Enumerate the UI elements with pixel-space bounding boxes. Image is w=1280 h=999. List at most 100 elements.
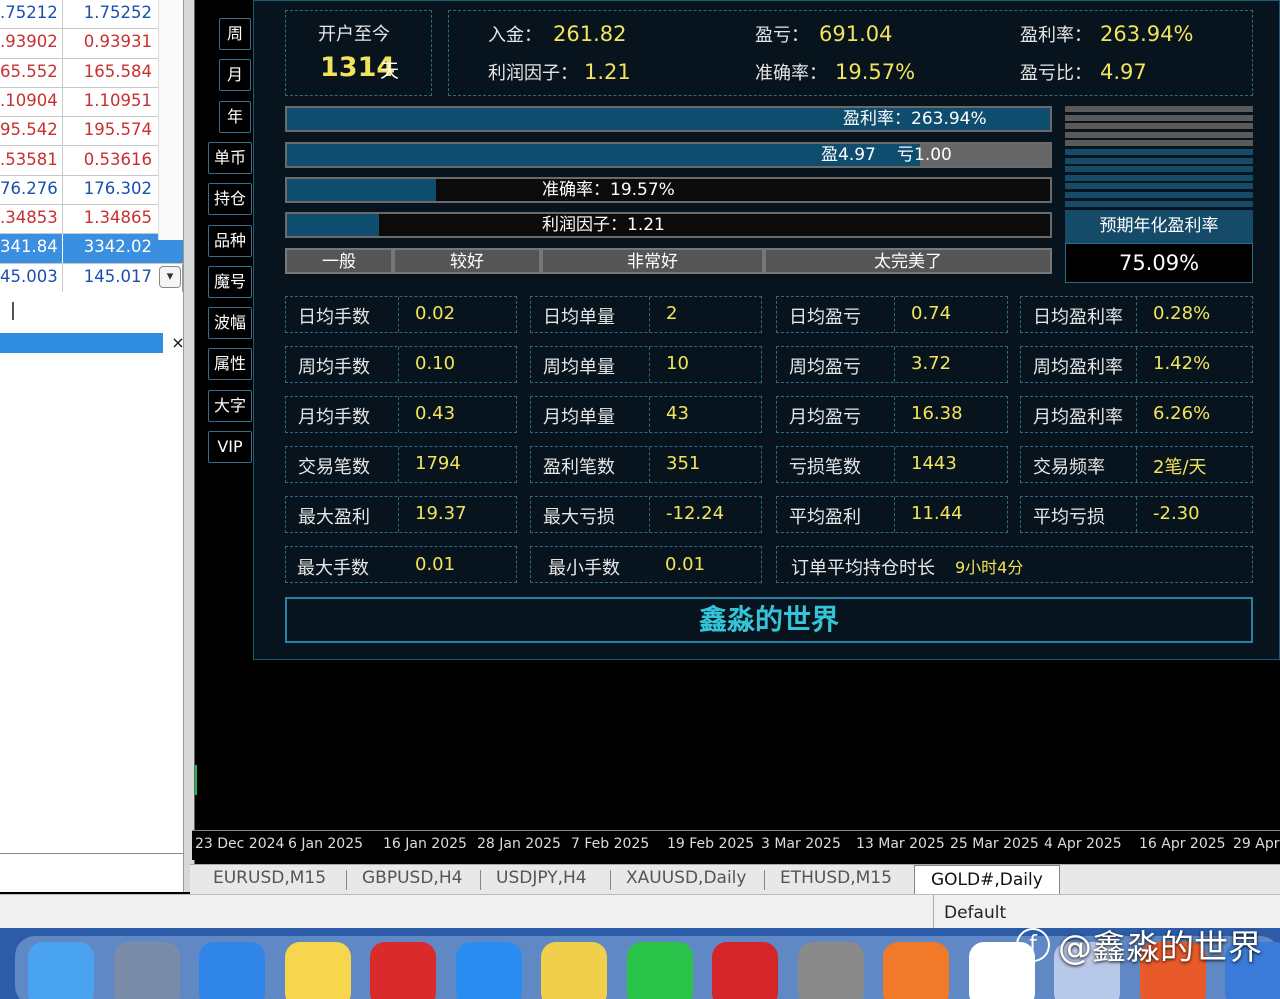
chart-tab[interactable]: XAUUSD,Daily [626,868,746,888]
stat-value: 2 [666,303,678,324]
stat-value: 351 [666,453,701,474]
stat-label: 日均盈利率 [1033,307,1123,328]
stat-label: 平均亏损 [1033,507,1105,528]
video-player-icon[interactable] [883,942,949,999]
bid-price: .75212 [0,3,58,22]
market-row[interactable]: 341.84 3342.02 [0,234,183,264]
loss-text: 亏1.00 [897,145,952,165]
stat-divider [649,397,650,432]
stat-divider [1136,347,1137,382]
market-row[interactable]: .75212 1.75252 [0,0,183,30]
notes-icon[interactable] [284,942,351,999]
bid-price: 65.552 [0,61,58,81]
stat-value: 0.74 [911,303,952,324]
x-tick-label: 4 Apr 2025 [1044,836,1122,852]
x-tick-label: 16 Apr 2025 [1139,836,1226,852]
ask-price: 3342.02 [62,234,158,264]
level-stripe [1065,140,1253,147]
side-button-8[interactable]: 属性 [208,348,252,380]
stat-value: 1794 [415,453,461,474]
finder-icon[interactable] [28,942,94,999]
level-stripe [1065,192,1253,198]
bid-price: 76.276 [0,178,58,198]
chevron-down-icon[interactable]: ▾ [159,266,181,288]
screen: .75212 1.75252.93902 0.93931 65.552 165.584.… [0,0,1280,999]
chart-tab[interactable]: USDJPY,H4 [496,868,587,888]
market-row[interactable]: .53581 0.53616 [0,146,183,176]
stickies-icon[interactable] [541,942,607,999]
stat-label: 最大盈利 [298,507,370,528]
level-stripe [1065,157,1253,164]
stat-label: 月均盈亏 [789,407,861,428]
stat-label: 盈利笔数 [543,457,615,478]
scrollbar[interactable] [158,0,183,240]
side-button-2[interactable]: 年 [219,101,251,133]
rating-perfect: 太完美了 [764,248,1052,274]
tab-separator [610,870,611,890]
stat-divider [649,297,650,332]
deposit-value: 261.82 [553,22,627,46]
toolbox-title-bar[interactable] [0,333,163,353]
chart-tab[interactable]: EURUSD,M15 [213,868,326,888]
profit-rate-bar: 盈利率：263.94% [285,106,1052,132]
stat-label: 日均单量 [543,307,615,328]
status-profile[interactable]: Default [933,895,1006,929]
app-store-icon[interactable] [455,942,522,999]
x-tick-label: 28 Jan 2025 [477,836,561,852]
market-row[interactable]: 45.003 145.017 [0,263,183,293]
stat-value: 16.38 [911,403,963,424]
bid-price: .34853 [0,208,58,228]
market-row[interactable]: .10904 1.10951 [0,87,183,118]
market-row[interactable]: 76.276 176.302 [0,175,183,206]
ask-price: 195.574 [62,117,158,147]
side-button-0[interactable]: 周 [219,18,251,50]
side-button-4[interactable]: 持仓 [208,183,252,215]
bid-price: 95.542 [0,120,58,140]
stat-label: 周均盈亏 [789,357,861,378]
level-stripe [1065,166,1253,173]
stat-label: 月均盈利率 [1033,407,1123,428]
profit-factor-fill [287,214,380,236]
profit-factor-text: 利润因子：1.21 [542,215,665,235]
tab-separator [346,870,347,890]
stat-value: 10 [666,353,689,374]
stat-label: 平均盈利 [789,507,861,528]
stat-label: 月均手数 [298,407,370,428]
side-button-6[interactable]: 魔号 [208,266,252,298]
stat-divider [398,297,399,332]
level-stripe [1065,123,1253,130]
netease-music-icon[interactable] [712,942,778,999]
market-row[interactable]: 65.552 165.584 [0,58,183,88]
side-button-3[interactable]: 单币 [208,142,252,174]
vertical-splitter[interactable] [183,0,195,892]
chart-tab[interactable]: GBPUSD,H4 [362,868,462,888]
stat-label: 周均手数 [298,357,370,378]
market-row[interactable]: .93902 0.93931 [0,29,183,59]
chart-tab[interactable]: GOLD#,Daily [914,865,1060,895]
stat-value: 0.02 [415,303,456,324]
side-button-10[interactable]: VIP [208,431,252,463]
wechat-icon[interactable] [626,942,693,999]
market-row[interactable]: 95.542 195.574 [0,117,183,147]
ask-price: 1.34865 [62,205,158,235]
deposit-label: 入金： [488,25,542,46]
market-row[interactable]: .34853 1.34865 [0,205,183,235]
bid-price: 45.003 [0,266,58,286]
side-button-5[interactable]: 品种 [208,225,252,257]
max-lots-value: 0.01 [415,554,456,575]
system-settings-icon[interactable] [797,942,864,999]
side-button-7[interactable]: 波幅 [208,307,252,339]
rating-very-good: 非常好 [541,248,764,274]
stat-divider [649,497,650,532]
stat-divider [398,347,399,382]
launchpad-icon[interactable] [113,942,180,999]
chart-tab[interactable]: ETHUSD,M15 [780,868,892,888]
pnl-value: 691.04 [819,22,893,46]
side-button-1[interactable]: 月 [219,59,251,91]
stat-value: 0.10 [415,353,456,374]
x-tick-label: 6 Jan 2025 [288,836,364,852]
safari-icon[interactable] [199,942,265,999]
side-button-9[interactable]: 大字 [208,390,252,422]
accuracy-value: 19.57% [835,60,916,84]
tonghuashun-icon[interactable] [370,942,436,999]
